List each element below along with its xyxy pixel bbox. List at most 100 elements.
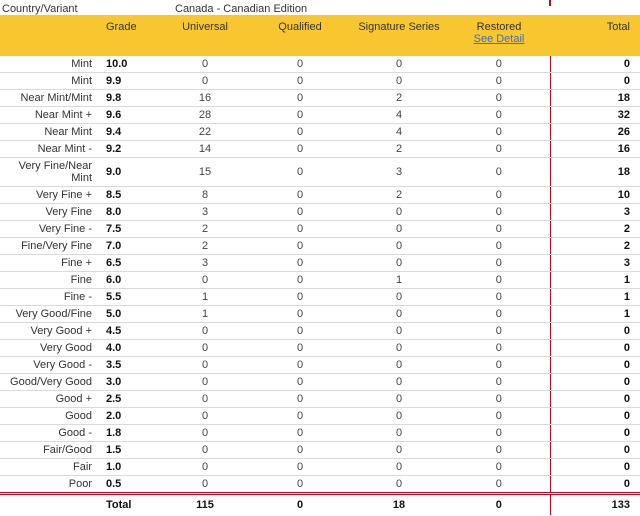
restored-count: 0 bbox=[448, 373, 550, 391]
universal-count: 16 bbox=[160, 89, 250, 107]
grade-label: Very Good + bbox=[0, 322, 96, 340]
universal-count: 3 bbox=[160, 203, 250, 221]
variant-value: Canada - Canadian Edition bbox=[175, 3, 308, 15]
qualified-count: 0 bbox=[250, 72, 350, 90]
totals-signature: 18 bbox=[350, 492, 448, 515]
restored-count: 0 bbox=[448, 390, 550, 408]
signature-count: 0 bbox=[350, 339, 448, 357]
universal-count: 1 bbox=[160, 305, 250, 323]
header-restored: Restored See Detail bbox=[448, 15, 550, 56]
qualified-count: 0 bbox=[250, 237, 350, 255]
table-row: Fine +6.5 3 0 0 0 3 bbox=[0, 254, 640, 272]
restored-count: 0 bbox=[448, 140, 550, 158]
total-count: 26 bbox=[549, 123, 640, 141]
grade-label: Near Mint - bbox=[0, 140, 96, 158]
signature-count: 0 bbox=[350, 56, 448, 73]
restored-count: 0 bbox=[448, 89, 550, 107]
universal-count: 3 bbox=[160, 254, 250, 272]
signature-count: 0 bbox=[350, 72, 448, 90]
qualified-count: 0 bbox=[250, 390, 350, 408]
table-row: Fine 6.0 0 0 1 0 1 bbox=[0, 271, 640, 289]
grade-value: 9.6 bbox=[96, 106, 160, 124]
total-count: 2 bbox=[549, 237, 640, 255]
table-row: Near Mint 9.4 22 0 4 0 26 bbox=[0, 123, 640, 141]
table-row: Very Fine +8.5 8 0 2 0 10 bbox=[0, 186, 640, 204]
table-row: Near Mint/Mint 9.8 16 0 2 0 18 bbox=[0, 89, 640, 107]
signature-count: 0 bbox=[350, 373, 448, 391]
universal-count: 0 bbox=[160, 390, 250, 408]
table-row: Very Good -3.5 0 0 0 0 0 bbox=[0, 356, 640, 374]
total-count: 0 bbox=[549, 373, 640, 391]
grade-label: Near Mint/Mint bbox=[0, 89, 96, 107]
table-row: Good/Very Good 3.0 0 0 0 0 0 bbox=[0, 373, 640, 391]
signature-count: 0 bbox=[350, 407, 448, 425]
signature-count: 0 bbox=[350, 424, 448, 442]
restored-count: 0 bbox=[448, 72, 550, 90]
total-count: 0 bbox=[549, 475, 640, 494]
total-count: 0 bbox=[549, 390, 640, 408]
table-row: Near Mint -9.2 14 0 2 0 16 bbox=[0, 140, 640, 158]
universal-count: 2 bbox=[160, 237, 250, 255]
grade-label: Good + bbox=[0, 390, 96, 408]
table-row: Fine/Very Fine 7.0 2 0 0 0 2 bbox=[0, 237, 640, 255]
signature-count: 0 bbox=[350, 288, 448, 306]
grade-label: Very Fine bbox=[0, 203, 96, 221]
total-count: 2 bbox=[549, 220, 640, 238]
grade-label: Near Mint + bbox=[0, 106, 96, 124]
table-row: Very Good 4.0 0 0 0 0 0 bbox=[0, 339, 640, 357]
total-count: 0 bbox=[549, 356, 640, 374]
qualified-count: 0 bbox=[250, 424, 350, 442]
grade-label: Good/Very Good bbox=[0, 373, 96, 391]
total-count: 0 bbox=[549, 72, 640, 90]
total-count: 32 bbox=[549, 106, 640, 124]
restored-count: 0 bbox=[448, 254, 550, 272]
signature-count: 0 bbox=[350, 356, 448, 374]
grade-value: 9.9 bbox=[96, 72, 160, 90]
signature-count: 0 bbox=[350, 441, 448, 459]
grade-label: Fine/Very Fine bbox=[0, 237, 96, 255]
universal-count: 0 bbox=[160, 56, 250, 73]
grade-value: 9.2 bbox=[96, 140, 160, 158]
signature-count: 0 bbox=[350, 305, 448, 323]
grade-value: 4.0 bbox=[96, 339, 160, 357]
universal-count: 14 bbox=[160, 140, 250, 158]
grade-value: 3.0 bbox=[96, 373, 160, 391]
signature-count: 0 bbox=[350, 458, 448, 476]
table-footer: Total 115 0 18 0 133 bbox=[0, 492, 640, 515]
grade-label: Good - bbox=[0, 424, 96, 442]
restored-count: 0 bbox=[448, 271, 550, 289]
table-row: Good -1.8 0 0 0 0 0 bbox=[0, 424, 640, 442]
table-row: Very Fine 8.0 3 0 0 0 3 bbox=[0, 203, 640, 221]
universal-count: 0 bbox=[160, 271, 250, 289]
total-count: 16 bbox=[549, 140, 640, 158]
see-detail-link[interactable]: See Detail bbox=[448, 33, 550, 45]
restored-count: 0 bbox=[448, 186, 550, 204]
table-row: Good +2.5 0 0 0 0 0 bbox=[0, 390, 640, 408]
totals-restored: 0 bbox=[448, 492, 550, 515]
restored-count: 0 bbox=[448, 106, 550, 124]
restored-count: 0 bbox=[448, 203, 550, 221]
qualified-count: 0 bbox=[250, 140, 350, 158]
table-row: Mint 9.9 0 0 0 0 0 bbox=[0, 72, 640, 90]
grade-value: 7.5 bbox=[96, 220, 160, 238]
universal-count: 0 bbox=[160, 407, 250, 425]
grade-label: Very Good - bbox=[0, 356, 96, 374]
total-count: 0 bbox=[549, 56, 640, 73]
total-count: 3 bbox=[549, 203, 640, 221]
grade-label: Very Fine + bbox=[0, 186, 96, 204]
grade-value: 4.5 bbox=[96, 322, 160, 340]
table-row: Good 2.0 0 0 0 0 0 bbox=[0, 407, 640, 425]
grade-value: 2.0 bbox=[96, 407, 160, 425]
table-body: Mint 10.0 0 0 0 0 0 Mint 9.9 0 0 0 0 0 Near Mint/Mint 9… bbox=[0, 56, 640, 494]
totals-label: Total bbox=[96, 492, 160, 515]
universal-count: 1 bbox=[160, 288, 250, 306]
restored-count: 0 bbox=[448, 123, 550, 141]
restored-count: 0 bbox=[448, 305, 550, 323]
grade-value: 1.8 bbox=[96, 424, 160, 442]
restored-count: 0 bbox=[448, 339, 550, 357]
total-count: 0 bbox=[549, 458, 640, 476]
totals-total: 133 bbox=[549, 492, 640, 515]
signature-count: 1 bbox=[350, 271, 448, 289]
signature-count: 2 bbox=[350, 186, 448, 204]
grade-label: Very Good/Fine bbox=[0, 305, 96, 323]
